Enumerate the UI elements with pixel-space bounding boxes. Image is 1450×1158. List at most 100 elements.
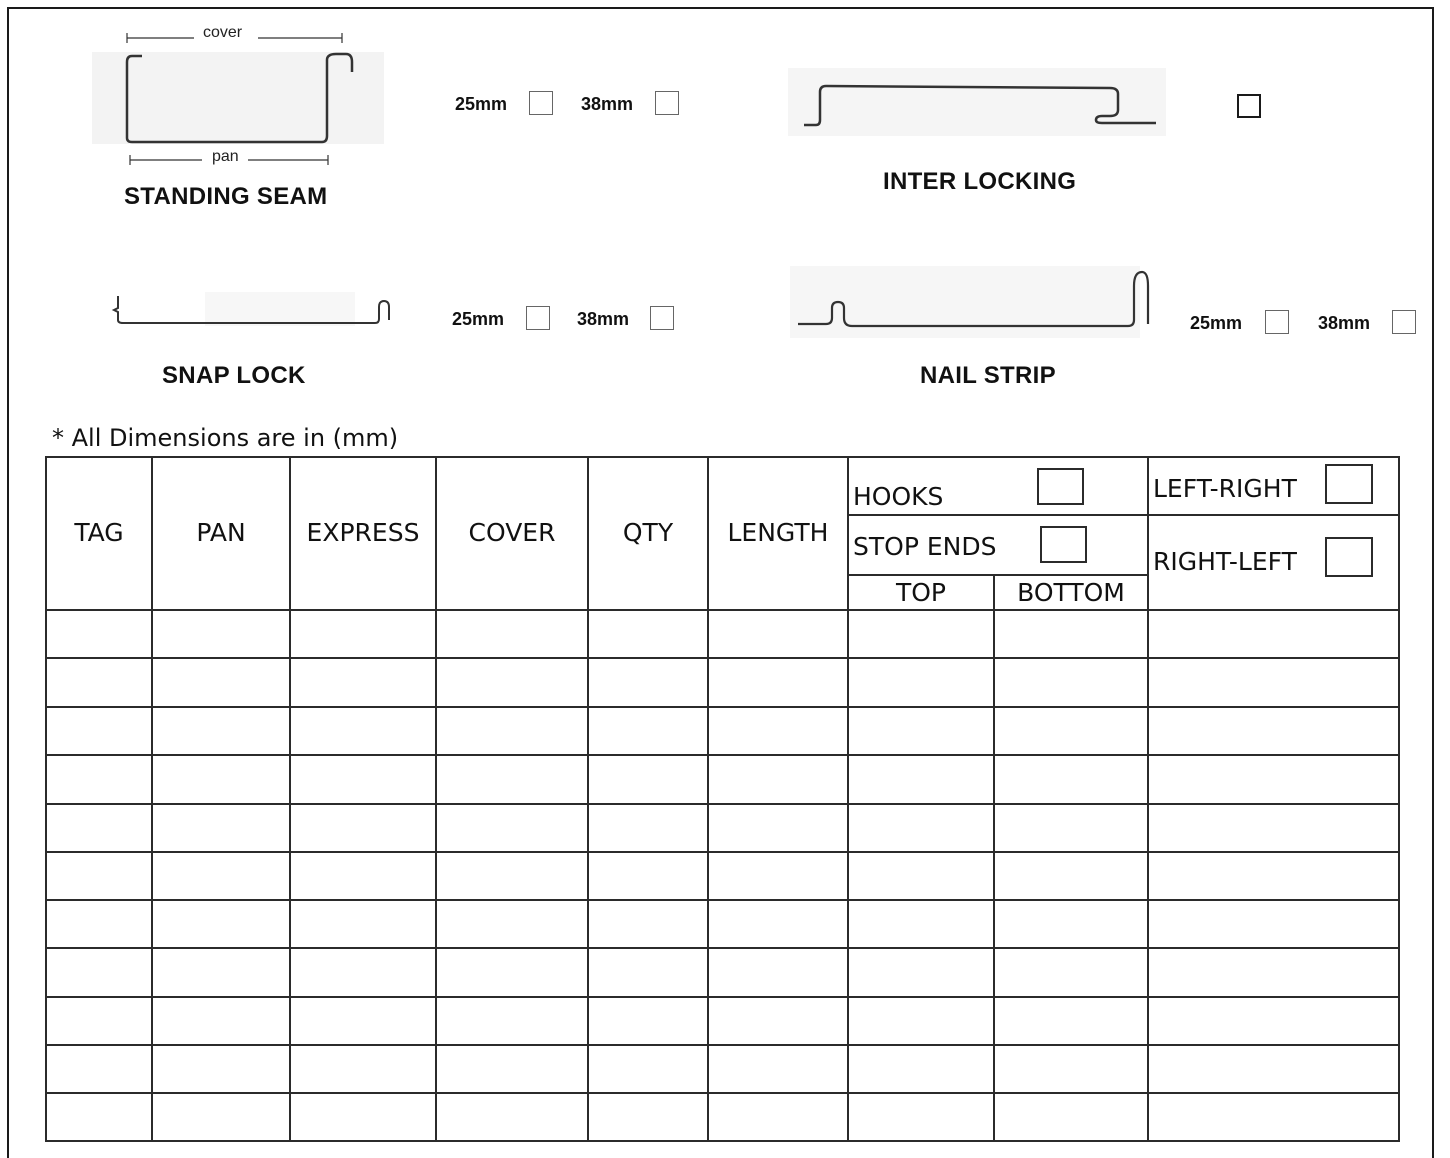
cell-bottom[interactable] [995,805,1147,851]
cell-length[interactable] [709,805,847,851]
cell-bottom[interactable] [995,659,1147,705]
cell-bottom[interactable] [995,853,1147,899]
cell-tag[interactable] [47,756,151,802]
snap-lock-38mm-checkbox[interactable] [650,306,674,330]
cell-length[interactable] [709,1046,847,1092]
cell-tag[interactable] [47,998,151,1044]
cell-direction[interactable] [1149,1094,1398,1140]
cell-bottom[interactable] [995,1094,1147,1140]
nail-strip-38mm-checkbox[interactable] [1392,310,1416,334]
cell-cover[interactable] [437,901,587,947]
cell-bottom[interactable] [995,998,1147,1044]
cell-qty[interactable] [589,998,707,1044]
cell-bottom[interactable] [995,1046,1147,1092]
stop-ends-checkbox[interactable] [1040,526,1087,563]
cell-cover[interactable] [437,756,587,802]
cell-pan[interactable] [153,1046,289,1092]
cell-length[interactable] [709,1094,847,1140]
cell-direction[interactable] [1149,805,1398,851]
cell-qty[interactable] [589,901,707,947]
cell-bottom[interactable] [995,708,1147,754]
cell-cover[interactable] [437,611,587,657]
cell-tag[interactable] [47,1046,151,1092]
cell-pan[interactable] [153,805,289,851]
cell-bottom[interactable] [995,756,1147,802]
nail-strip-25mm-checkbox[interactable] [1265,310,1289,334]
cell-direction[interactable] [1149,853,1398,899]
cell-express[interactable] [291,1046,435,1092]
cell-direction[interactable] [1149,708,1398,754]
cell-length[interactable] [709,901,847,947]
cell-qty[interactable] [589,853,707,899]
cell-express[interactable] [291,998,435,1044]
cell-top[interactable] [849,1046,993,1092]
cell-tag[interactable] [47,659,151,705]
cell-tag[interactable] [47,1094,151,1140]
cell-cover[interactable] [437,1046,587,1092]
cell-express[interactable] [291,949,435,995]
cell-length[interactable] [709,949,847,995]
cell-pan[interactable] [153,853,289,899]
cell-pan[interactable] [153,1094,289,1140]
cell-cover[interactable] [437,1094,587,1140]
cell-length[interactable] [709,611,847,657]
inter-locking-checkbox[interactable] [1237,94,1261,118]
snap-lock-25mm-checkbox[interactable] [526,306,550,330]
cell-direction[interactable] [1149,756,1398,802]
cell-bottom[interactable] [995,611,1147,657]
cell-tag[interactable] [47,949,151,995]
cell-length[interactable] [709,659,847,705]
cell-bottom[interactable] [995,901,1147,947]
cell-top[interactable] [849,611,993,657]
hooks-checkbox[interactable] [1037,468,1084,505]
cell-bottom[interactable] [995,949,1147,995]
cell-express[interactable] [291,853,435,899]
cell-pan[interactable] [153,756,289,802]
cell-qty[interactable] [589,949,707,995]
cell-pan[interactable] [153,611,289,657]
cell-pan[interactable] [153,998,289,1044]
cell-top[interactable] [849,901,993,947]
cell-cover[interactable] [437,853,587,899]
cell-top[interactable] [849,659,993,705]
cell-qty[interactable] [589,611,707,657]
cell-cover[interactable] [437,659,587,705]
cell-pan[interactable] [153,949,289,995]
cell-length[interactable] [709,708,847,754]
cell-top[interactable] [849,805,993,851]
cell-express[interactable] [291,901,435,947]
cell-qty[interactable] [589,659,707,705]
standing-seam-25mm-checkbox[interactable] [529,91,553,115]
cell-express[interactable] [291,708,435,754]
cell-direction[interactable] [1149,949,1398,995]
cell-cover[interactable] [437,708,587,754]
cell-direction[interactable] [1149,659,1398,705]
cell-qty[interactable] [589,805,707,851]
right-left-checkbox[interactable] [1325,537,1373,577]
cell-qty[interactable] [589,1094,707,1140]
left-right-checkbox[interactable] [1325,464,1373,504]
cell-express[interactable] [291,1094,435,1140]
cell-top[interactable] [849,756,993,802]
cell-pan[interactable] [153,708,289,754]
cell-top[interactable] [849,853,993,899]
cell-qty[interactable] [589,708,707,754]
standing-seam-38mm-checkbox[interactable] [655,91,679,115]
cell-length[interactable] [709,853,847,899]
cell-top[interactable] [849,949,993,995]
cell-direction[interactable] [1149,611,1398,657]
cell-qty[interactable] [589,1046,707,1092]
cell-tag[interactable] [47,611,151,657]
cell-length[interactable] [709,756,847,802]
cell-direction[interactable] [1149,998,1398,1044]
cell-tag[interactable] [47,708,151,754]
cell-top[interactable] [849,708,993,754]
cell-top[interactable] [849,998,993,1044]
cell-express[interactable] [291,659,435,705]
cell-pan[interactable] [153,659,289,705]
cell-cover[interactable] [437,949,587,995]
cell-tag[interactable] [47,853,151,899]
cell-express[interactable] [291,611,435,657]
cell-cover[interactable] [437,805,587,851]
cell-direction[interactable] [1149,1046,1398,1092]
